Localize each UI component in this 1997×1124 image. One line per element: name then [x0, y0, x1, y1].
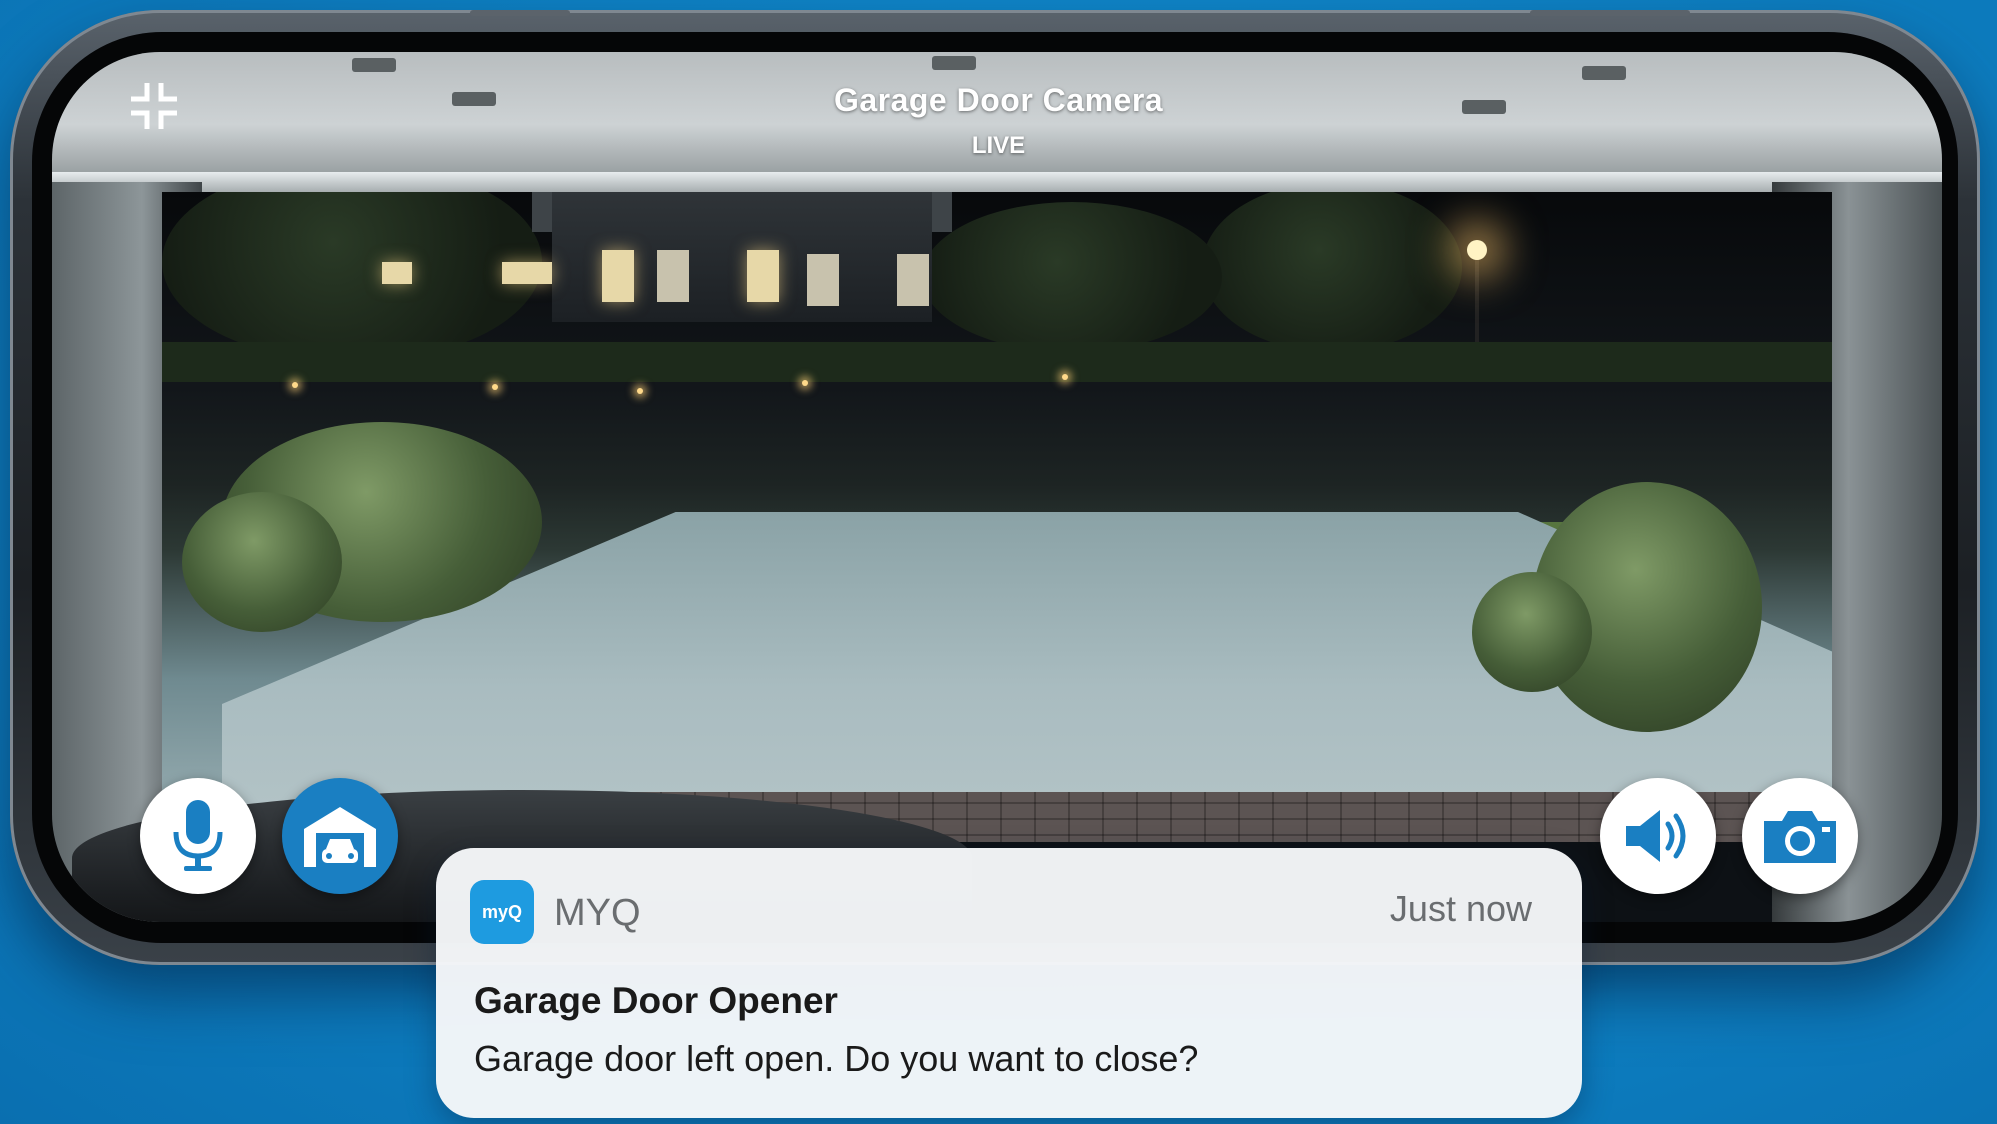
tree: [922, 202, 1222, 352]
street-light-pole: [1475, 252, 1479, 342]
path-light: [802, 380, 808, 386]
phone-side-button-top: [470, 10, 570, 16]
house-window: [657, 250, 689, 302]
ceiling-fixture: [352, 58, 396, 72]
path-light: [637, 388, 643, 394]
live-status-label: LIVE: [971, 132, 1026, 159]
myq-app-icon: myQ: [470, 880, 534, 944]
house-window: [747, 250, 779, 302]
path-light: [292, 382, 298, 388]
notification-app-name: MYQ: [554, 892, 641, 934]
camera-title: Garage Door Camera: [833, 82, 1164, 118]
shrub: [182, 492, 342, 632]
garage-door-icon: [304, 807, 376, 867]
live-video-feed: [162, 192, 1832, 842]
phone-side-button-top-right: [1530, 10, 1690, 16]
lawn: [162, 342, 1832, 382]
speaker-button[interactable]: [1600, 778, 1716, 894]
camera-icon: [1764, 811, 1836, 863]
house-window: [502, 262, 552, 284]
path-light: [1062, 374, 1068, 380]
ceiling-fixture: [932, 56, 976, 70]
snapshot-button[interactable]: [1742, 778, 1858, 894]
house-window: [807, 254, 839, 306]
path-light: [492, 384, 498, 390]
push-notification[interactable]: myQ MYQ Just now Garage Door Opener Gara…: [436, 848, 1582, 1118]
garage-door-button[interactable]: [282, 778, 398, 894]
tree: [1202, 192, 1462, 352]
notification-body: Garage door left open. Do you want to cl…: [474, 1038, 1199, 1079]
microphone-button[interactable]: [140, 778, 256, 894]
tree: [162, 192, 542, 362]
house-window: [602, 250, 634, 302]
house-window: [897, 254, 929, 306]
notification-timestamp: Just now: [1389, 888, 1532, 929]
notification-title: Garage Door Opener: [474, 980, 838, 1021]
street-light: [1467, 240, 1487, 260]
speaker-icon: [1626, 810, 1686, 862]
ceiling-fixture: [1582, 66, 1626, 80]
house-window: [382, 262, 412, 284]
microphone-icon: [173, 800, 223, 871]
shrub: [1472, 572, 1592, 692]
